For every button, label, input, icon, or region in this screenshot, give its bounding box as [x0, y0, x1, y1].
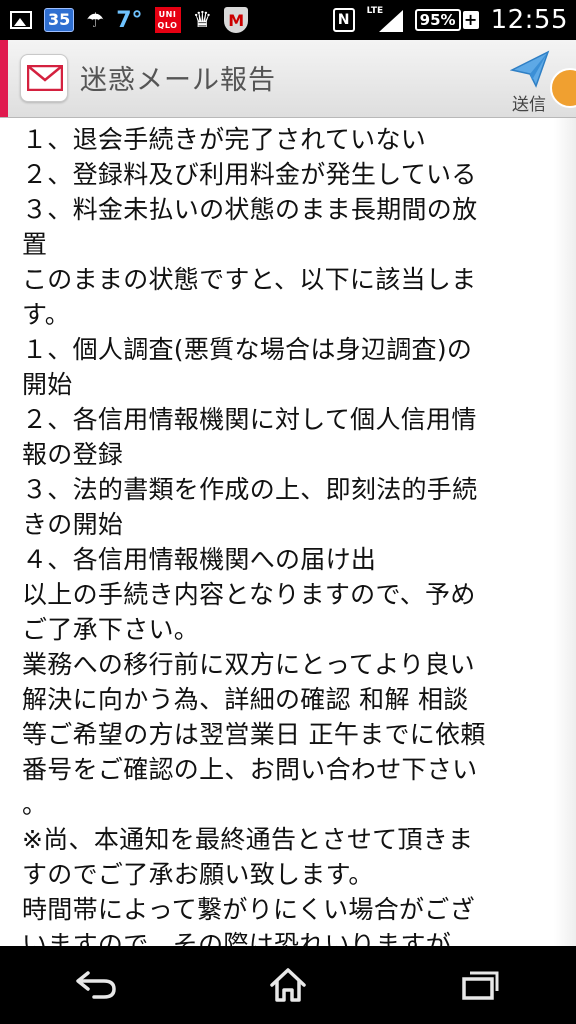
message-line: すのでご了承お願い致します。	[22, 860, 374, 889]
send-button[interactable]: 送信	[504, 46, 576, 116]
gallery-icon	[10, 11, 32, 29]
status-bar: 35 ☂ 7° UNI QLO ♛ M N LTE 95% + 12:55	[0, 0, 576, 40]
navigation-bar	[0, 946, 576, 1024]
recent-apps-button[interactable]	[435, 955, 525, 1015]
battery-icon: 95% +	[414, 8, 479, 32]
message-line: このままの状態ですと、以下に該当しま	[22, 265, 477, 294]
chef-hat-icon: ♛	[192, 7, 213, 33]
message-line: 以上の手続き内容となりますので、予め	[22, 580, 476, 609]
message-line: ２、登録料及び利用料金が発生している	[22, 160, 477, 189]
message-line: 業務への移行前に双方にとってより良い	[22, 650, 475, 679]
weather-icon: ☂	[86, 8, 105, 32]
message-line: きの開始	[22, 510, 124, 539]
message-line: ４、各信用情報機関への届け出	[22, 545, 377, 574]
battery-level: 95%	[414, 9, 461, 31]
message-line: ３、料金未払いの状態のまま長期間の放	[22, 195, 478, 224]
message-line: す。	[22, 300, 71, 329]
message-line: 番号をご確認の上、お問い合わせ下さい	[22, 755, 478, 784]
screen: 35 ☂ 7° UNI QLO ♛ M N LTE 95% + 12:55 迷惑…	[0, 0, 576, 1024]
uniqlo-icon-top: UNI	[158, 10, 177, 19]
home-button[interactable]	[243, 955, 333, 1015]
message-line: １、退会手続きが完了されていない	[22, 125, 427, 154]
status-left-icons: 35 ☂ 7° UNI QLO ♛ M	[10, 0, 249, 40]
message-line: 開始	[22, 370, 73, 399]
mail-app-icon[interactable]	[20, 54, 68, 102]
title-accent-stripe	[0, 40, 8, 117]
signal-icon: LTE	[367, 6, 403, 34]
message-body[interactable]: １、退会手続きが完了されていない ２、登録料及び利用料金が発生している ３、料金未払…	[0, 118, 576, 946]
message-line: 等ご希望の方は翌営業日 正午までに依頼	[22, 720, 486, 749]
message-line: 置	[22, 230, 48, 259]
message-line: ※尚、本通知を最終通告とさせて頂きま	[22, 825, 474, 854]
message-line: いますので、その際は恐れいりますが、	[22, 930, 476, 946]
recent-apps-icon	[462, 971, 499, 1000]
temperature-badge-icon: 35	[44, 8, 75, 32]
status-clock: 12:55	[490, 5, 568, 35]
temperature-label: 7°	[116, 7, 143, 33]
back-icon	[76, 971, 116, 999]
back-button[interactable]	[51, 955, 141, 1015]
charging-icon: +	[462, 10, 479, 29]
message-text: １、退会手続きが完了されていない ２、登録料及び利用料金が発生している ３、料金未払…	[22, 122, 556, 946]
message-line: ３、法的書類を作成の上、即刻法的手続	[22, 475, 478, 504]
status-right-icons: N LTE 95% + 12:55	[332, 0, 568, 40]
message-line: 解決に向かう為、詳細の確認 和解 相談	[22, 685, 469, 714]
home-icon	[270, 968, 306, 1002]
message-line: ２、各信用情報機関に対して個人信用情	[22, 405, 477, 434]
uniqlo-icon-bottom: QLO	[157, 21, 178, 30]
message-line: １、個人調査(悪質な場合は身辺調査)の	[22, 335, 473, 364]
message-line: 時間帯によって繋がりにくい場合がござ	[22, 895, 475, 924]
send-button-label: 送信	[512, 95, 546, 115]
envelope-icon	[27, 65, 63, 91]
message-line: ご了承下さい。	[22, 615, 200, 644]
signal-bars-icon	[378, 10, 403, 32]
mascot-icon	[550, 68, 576, 108]
paper-plane-icon	[510, 50, 550, 88]
message-line: 報の登録	[22, 440, 124, 469]
message-line: 。	[22, 790, 48, 819]
page-title: 迷惑メール報告	[80, 65, 276, 96]
title-bar: 迷惑メール報告 送信	[0, 40, 576, 118]
scroll-edge-shadow	[554, 118, 576, 946]
mcafee-shield-icon: M	[224, 7, 249, 33]
uniqlo-icon: UNI QLO	[154, 7, 181, 33]
nfc-icon: N	[332, 8, 355, 32]
